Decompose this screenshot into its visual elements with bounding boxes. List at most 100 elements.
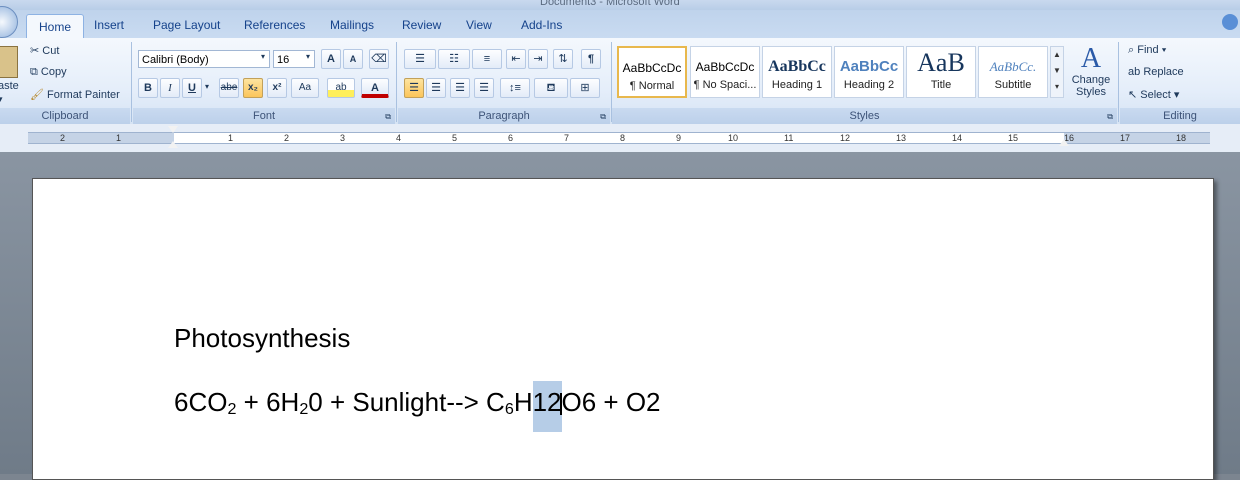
ruler[interactable]: 2 1 1 2 3 4 5 6 7 8 9 10 11 12 13 14 15 … [0, 124, 1240, 153]
equation-subscript: 6 [504, 400, 514, 418]
copy-label: Copy [40, 66, 67, 78]
bullets-button[interactable]: ☰ [404, 49, 436, 69]
highlight-button[interactable]: ab [327, 78, 355, 98]
style-preview: AaBbCcDc [622, 61, 682, 75]
change-case-button[interactable]: Aa [291, 78, 319, 98]
document-equation[interactable]: 6CO2 + 6H20 + Sunlight--> C6H12O6 + O2 [174, 381, 661, 432]
format-painter-button[interactable]: 🖌 Format Painter [30, 88, 120, 101]
paste-button[interactable]: aste [0, 80, 19, 92]
line-spacing-icon: ↕≡ [509, 82, 521, 94]
ruler-number: 11 [784, 133, 794, 143]
eraser-icon: ⌫ [371, 53, 387, 65]
title-bar: Document3 - Microsoft Word [0, 0, 1240, 10]
ruler-number: 2 [60, 133, 66, 143]
bold-button[interactable]: B [138, 78, 158, 98]
tab-references[interactable]: References [244, 15, 305, 35]
equation-text: H [513, 387, 533, 417]
change-styles-button[interactable]: A Change Styles [1068, 44, 1114, 106]
font-name-box[interactable]: Calibri (Body) [138, 50, 270, 68]
ruler-number: 17 [1120, 133, 1131, 143]
subscript-button[interactable]: x₂ [243, 78, 263, 98]
styles-dialog-launcher-icon[interactable]: ⧉ [1107, 112, 1113, 122]
style-preview: AaBbCc [768, 58, 826, 75]
ruler-number: 10 [728, 133, 739, 143]
font-dialog-launcher-icon[interactable]: ⧉ [385, 112, 391, 122]
right-indent-marker[interactable] [1059, 139, 1069, 146]
select-button[interactable]: ↖ Select ▾ [1128, 88, 1179, 101]
tab-insert[interactable]: Insert [94, 15, 124, 35]
ruler-number: 13 [896, 133, 907, 143]
justify-button[interactable]: ☰ [474, 78, 494, 98]
tab-add-ins[interactable]: Add-Ins [521, 15, 562, 35]
ruler-number: 1 [116, 133, 122, 143]
font-size-dropdown-icon[interactable]: ▾ [306, 52, 310, 61]
numbering-button[interactable]: ☷ [438, 49, 470, 69]
find-button[interactable]: ⌕ Find ▾ [1128, 44, 1166, 57]
borders-icon: ⊞ [580, 82, 590, 94]
borders-button[interactable]: ⊞ [570, 78, 600, 98]
line-spacing-button[interactable]: ↕≡ [500, 78, 530, 98]
tab-home[interactable]: Home [26, 14, 85, 39]
equation-text: + 6H [236, 387, 300, 417]
equation-subscript: 2 [299, 400, 309, 418]
copy-icon: ⧉ [30, 66, 38, 78]
editing-label: Editing [1120, 108, 1240, 124]
style-no-spacing[interactable]: AaBbCcDc ¶ No Spaci... [690, 46, 760, 98]
multilevel-list-button[interactable]: ≡ [472, 49, 502, 69]
ruler-number: 6 [508, 133, 514, 143]
show-hide-button[interactable]: ¶ [581, 49, 601, 69]
underline-button[interactable]: U [182, 78, 202, 98]
document-heading[interactable]: Photosynthesis [174, 323, 350, 354]
shrink-font-button[interactable]: A [343, 49, 363, 69]
grow-font-button[interactable]: A [321, 49, 341, 69]
decrease-indent-button[interactable]: ⇤ [506, 49, 526, 69]
styles-scroll[interactable]: ▲ ▼ ▾ [1050, 46, 1064, 98]
increase-indent-icon: ⇥ [533, 53, 543, 65]
center-button[interactable]: ☰ [426, 78, 446, 98]
font-name-dropdown-icon[interactable]: ▾ [261, 52, 265, 61]
font-color-button[interactable]: A [361, 78, 389, 98]
bullet-list-icon: ☰ [415, 53, 425, 65]
copy-button[interactable]: ⧉ Copy [30, 66, 67, 79]
selected-text[interactable]: 12 [532, 381, 562, 432]
format-painter-label: Format Painter [47, 89, 120, 101]
find-label: Find [1137, 44, 1159, 56]
style-title[interactable]: AaB Title [906, 46, 976, 98]
equation-text: O6 + O2 [561, 387, 661, 417]
style-normal[interactable]: AaBbCcDc ¶ Normal [617, 46, 687, 98]
align-left-button[interactable]: ☰ [404, 78, 424, 98]
tab-mailings[interactable]: Mailings [330, 15, 374, 35]
ruler-number: 5 [452, 133, 458, 143]
tab-view[interactable]: View [466, 15, 492, 35]
strikethrough-button[interactable]: abe [219, 78, 239, 98]
shading-button[interactable]: ⛾ [534, 78, 568, 98]
superscript-button[interactable]: x² [267, 78, 287, 98]
sort-button[interactable]: ⇅ [553, 49, 573, 69]
paragraph-dialog-launcher-icon[interactable]: ⧉ [600, 112, 606, 122]
style-preview: AaBbCcDc [695, 60, 755, 74]
ruler-number: 4 [396, 133, 402, 143]
style-name: Heading 1 [771, 79, 823, 91]
align-right-button[interactable]: ☰ [450, 78, 470, 98]
italic-button[interactable]: I [160, 78, 180, 98]
style-heading-1[interactable]: AaBbCc Heading 1 [762, 46, 832, 98]
style-preview: AaB [917, 48, 965, 77]
equation-text: 0 + Sunlight--> C [308, 387, 505, 417]
tab-review[interactable]: Review [402, 15, 441, 35]
replace-button[interactable]: ab Replace [1128, 66, 1184, 78]
increase-indent-button[interactable]: ⇥ [528, 49, 548, 69]
style-subtitle[interactable]: AaBbCc. Subtitle [978, 46, 1048, 98]
change-styles-label: Change Styles [1071, 74, 1111, 98]
hanging-indent-marker[interactable] [168, 141, 178, 148]
style-heading-2[interactable]: AaBbCc Heading 2 [834, 46, 904, 98]
style-name: Subtitle [994, 79, 1032, 91]
ruler-number: 14 [952, 133, 963, 143]
office-button[interactable] [0, 6, 18, 38]
ruler-number: 7 [564, 133, 570, 143]
first-line-indent-marker[interactable] [168, 126, 178, 133]
cut-button[interactable]: ✂ Cut [30, 44, 59, 57]
underline-dropdown-icon[interactable]: ▾ [205, 82, 209, 91]
clear-formatting-button[interactable]: ⌫ [369, 49, 389, 69]
tab-page-layout[interactable]: Page Layout [153, 15, 220, 35]
help-icon[interactable] [1222, 14, 1238, 30]
